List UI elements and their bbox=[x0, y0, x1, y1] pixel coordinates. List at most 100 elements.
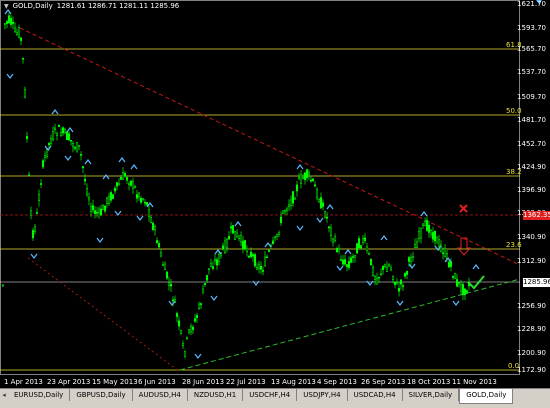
fractal-up-icon bbox=[296, 164, 304, 170]
candle-body bbox=[309, 179, 313, 182]
candle-body bbox=[157, 243, 161, 248]
fractal-up-icon bbox=[380, 235, 388, 241]
candle-body bbox=[223, 240, 227, 253]
candle-body bbox=[375, 277, 379, 285]
tab-scroll-left-icon[interactable]: ◂ bbox=[0, 389, 8, 401]
candle-body bbox=[343, 259, 347, 265]
date-axis-label: 18 Oct 2013 bbox=[407, 378, 451, 386]
tab-gbpusd-daily[interactable]: GBPUSD,Daily bbox=[70, 389, 133, 401]
candle-body bbox=[363, 237, 367, 241]
fractal-down-icon bbox=[194, 353, 202, 359]
candle-body bbox=[357, 238, 361, 248]
candle-body bbox=[181, 343, 185, 347]
candle-body bbox=[19, 37, 23, 41]
candle-body bbox=[119, 177, 123, 180]
tab-silver-daily[interactable]: SILVER,Daily bbox=[403, 389, 460, 401]
candle-body bbox=[107, 196, 111, 204]
candle-body bbox=[257, 263, 261, 269]
candle-body bbox=[365, 246, 369, 251]
fractal-up-icon bbox=[472, 264, 480, 270]
candle-body bbox=[79, 154, 83, 156]
chart-window[interactable]: ▼ GOLD,Daily 1281.61 1286.71 1281.11 128… bbox=[0, 0, 550, 388]
fractal-up-icon bbox=[51, 109, 59, 115]
fractal-down-icon bbox=[452, 300, 460, 306]
fractal-down-icon bbox=[396, 300, 404, 306]
fib-label: 50.0 bbox=[506, 107, 522, 115]
price-axis-label: 1424.90 bbox=[517, 163, 546, 171]
candle-body bbox=[163, 263, 167, 271]
chart-canvas[interactable] bbox=[0, 0, 550, 388]
candle-body bbox=[235, 232, 239, 238]
candle-body bbox=[373, 276, 377, 280]
candle-body bbox=[121, 172, 125, 180]
candle-body bbox=[277, 232, 281, 235]
sell-signal-icon bbox=[459, 204, 468, 213]
candle-body bbox=[415, 241, 419, 248]
candle-body bbox=[153, 226, 157, 231]
candle-body bbox=[87, 197, 91, 201]
candle-body bbox=[401, 285, 405, 287]
tab-eurusd-daily[interactable]: EURUSD,Daily bbox=[8, 389, 71, 401]
candle-body bbox=[321, 202, 325, 207]
fractal-up-icon bbox=[130, 164, 138, 170]
tab-usdchf-h4[interactable]: USDCHF,H4 bbox=[243, 389, 298, 401]
candle-body bbox=[1, 284, 5, 287]
candle-body bbox=[451, 275, 455, 278]
candle-body bbox=[293, 197, 297, 200]
candle-body bbox=[465, 290, 469, 293]
fractal-down-icon bbox=[96, 237, 104, 243]
candle-body bbox=[115, 182, 119, 187]
tab-audusd-h4[interactable]: AUDUSD,H4 bbox=[133, 389, 188, 401]
candle-body bbox=[213, 259, 217, 261]
date-axis-label: 6 Jun 2013 bbox=[138, 378, 176, 386]
fractal-up-icon bbox=[420, 211, 428, 217]
candle-body bbox=[27, 174, 31, 176]
price-axis-label: 1593.70 bbox=[517, 24, 546, 32]
candle-body bbox=[197, 303, 201, 309]
date-axis-label: 13 Aug 2013 bbox=[271, 378, 316, 386]
candle-body bbox=[171, 299, 175, 302]
tab-usdcad-h4[interactable]: USDCAD,H4 bbox=[348, 389, 403, 401]
candle-body bbox=[77, 145, 81, 148]
tab-nzdusd-h1[interactable]: NZDUSD,H1 bbox=[188, 389, 244, 401]
candle-body bbox=[11, 21, 15, 24]
candle-body bbox=[333, 236, 337, 241]
candle-body bbox=[111, 194, 115, 199]
candle-body bbox=[47, 142, 51, 146]
candle-body bbox=[433, 230, 437, 242]
candle-body bbox=[307, 171, 311, 175]
candle-body bbox=[231, 225, 235, 234]
candle-body bbox=[327, 226, 331, 229]
candle-body bbox=[411, 256, 415, 258]
candle-body bbox=[297, 177, 301, 180]
tab-gold-daily[interactable]: GOLD,Daily bbox=[459, 389, 514, 404]
candle-body bbox=[283, 210, 287, 212]
candle-body bbox=[461, 284, 465, 295]
candle-body bbox=[217, 253, 221, 262]
price-axis-label: 1509.70 bbox=[517, 93, 546, 101]
candle-body bbox=[263, 256, 267, 267]
fractal-down-icon bbox=[64, 155, 72, 161]
price-axis-label: 1565.70 bbox=[517, 45, 546, 53]
candle-body bbox=[63, 128, 67, 133]
fractal-up-icon bbox=[444, 257, 452, 263]
candle-body bbox=[379, 273, 383, 276]
candle-body bbox=[323, 211, 327, 218]
candle-body bbox=[55, 132, 59, 136]
candle-body bbox=[427, 224, 431, 233]
candle-body bbox=[447, 261, 451, 268]
tab-usdjpy-h4[interactable]: USDJPY,H4 bbox=[297, 389, 348, 401]
candle-body bbox=[305, 169, 309, 178]
price-axis-label: 1537.70 bbox=[517, 68, 546, 76]
fractal-up-icon bbox=[234, 221, 242, 227]
candle-body bbox=[101, 205, 105, 210]
candles bbox=[1, 12, 471, 359]
candle-body bbox=[131, 180, 135, 189]
date-axis-label: 4 Sep 2013 bbox=[317, 378, 357, 386]
candle-body bbox=[117, 183, 121, 186]
candle-body bbox=[237, 235, 241, 239]
fractal-down-icon bbox=[210, 295, 218, 301]
candle-body bbox=[397, 287, 401, 292]
fractal-up-icon bbox=[264, 242, 272, 248]
fractal-up-icon bbox=[4, 9, 12, 15]
